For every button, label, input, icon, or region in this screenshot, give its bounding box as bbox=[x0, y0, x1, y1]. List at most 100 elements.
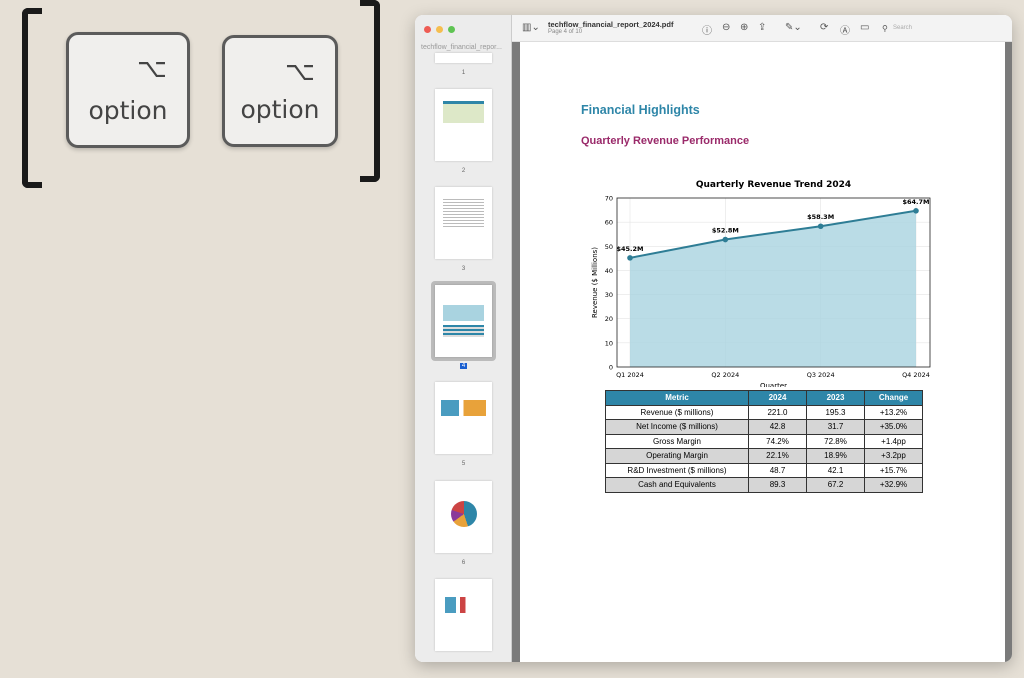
table-cell: 31.7 bbox=[807, 420, 865, 435]
zoom-in-icon[interactable]: ⊕ bbox=[740, 22, 748, 33]
column-header: Change bbox=[865, 391, 923, 406]
toolbar: ▥⌄ techflow_financial_report_2024.pdf Pa… bbox=[512, 15, 1012, 42]
thumb-number: 3 bbox=[415, 266, 512, 272]
data-point bbox=[627, 255, 633, 261]
x-axis-label: Quarter bbox=[760, 382, 787, 387]
table-cell: 18.9% bbox=[807, 449, 865, 464]
table-cell: Net Income ($ millions) bbox=[606, 420, 749, 435]
thumbnail-sidebar[interactable]: techflow_financial_repor... 1 2 3 4 5 6 bbox=[415, 15, 512, 662]
right-bracket bbox=[360, 0, 380, 182]
table-cell: 74.2% bbox=[749, 434, 807, 449]
markup-icon[interactable]: ✎⌄ bbox=[785, 22, 802, 33]
table-cell: 72.8% bbox=[807, 434, 865, 449]
data-label: $58.3M bbox=[807, 213, 834, 221]
document-view[interactable]: Financial Highlights Quarterly Revenue P… bbox=[512, 42, 1012, 662]
column-header: 2023 bbox=[807, 391, 865, 406]
table-row: Gross Margin74.2%72.8%+1.4pp bbox=[606, 434, 923, 449]
x-tick-label: Q3 2024 bbox=[807, 371, 835, 379]
zoom-button[interactable] bbox=[448, 26, 455, 33]
x-tick-label: Q2 2024 bbox=[711, 371, 739, 379]
left-bracket bbox=[22, 8, 42, 188]
thumbnail-page-6[interactable] bbox=[435, 481, 492, 553]
sidebar-title: techflow_financial_repor... bbox=[421, 44, 502, 51]
data-label: $45.2M bbox=[616, 245, 643, 253]
key-label: option bbox=[69, 96, 187, 125]
y-tick-label: 60 bbox=[605, 219, 613, 227]
thumb-number: 6 bbox=[415, 560, 512, 566]
table-cell: +3.2pp bbox=[865, 449, 923, 464]
thumbnail-page-7[interactable] bbox=[435, 579, 492, 651]
thumb-number: 2 bbox=[415, 168, 512, 174]
key-label: option bbox=[225, 95, 335, 124]
data-label: $64.7M bbox=[902, 198, 929, 206]
document-title: techflow_financial_report_2024.pdf bbox=[548, 20, 673, 29]
thumbnail-page-1[interactable] bbox=[435, 53, 492, 63]
table-cell: R&D Investment ($ millions) bbox=[606, 463, 749, 478]
window-controls bbox=[424, 26, 455, 33]
preview-window: techflow_financial_repor... 1 2 3 4 5 6 … bbox=[415, 15, 1012, 662]
data-label: $52.8M bbox=[712, 227, 739, 235]
share-icon[interactable]: ⇪ bbox=[758, 22, 766, 33]
table-row: Revenue ($ millions)221.0195.3+13.2% bbox=[606, 405, 923, 420]
sidebar-toggle-icon[interactable]: ▥⌄ bbox=[522, 22, 540, 33]
minimize-button[interactable] bbox=[436, 26, 443, 33]
table-cell: +35.0% bbox=[865, 420, 923, 435]
pdf-page: Financial Highlights Quarterly Revenue P… bbox=[520, 42, 1005, 662]
revenue-chart: Quarterly Revenue Trend 2024010203040506… bbox=[520, 157, 1005, 387]
y-axis-label: Revenue ($ Millions) bbox=[591, 247, 599, 318]
zoom-out-icon[interactable]: ⊖ bbox=[722, 22, 730, 33]
table-cell: Gross Margin bbox=[606, 434, 749, 449]
table-row: Net Income ($ millions)42.831.7+35.0% bbox=[606, 420, 923, 435]
column-header: Metric bbox=[606, 391, 749, 406]
table-cell: 42.8 bbox=[749, 420, 807, 435]
info-icon[interactable]: ⓘ bbox=[702, 22, 712, 37]
table-cell: +13.2% bbox=[865, 405, 923, 420]
search-input[interactable]: Search bbox=[893, 25, 912, 31]
column-header: 2024 bbox=[749, 391, 807, 406]
thumbnail-page-5[interactable] bbox=[435, 382, 492, 454]
thumb-number: 5 bbox=[415, 461, 512, 467]
thumbnail-page-3[interactable] bbox=[435, 187, 492, 259]
table-cell: 67.2 bbox=[807, 478, 865, 493]
table-row: Cash and Equivalents89.367.2+32.9% bbox=[606, 478, 923, 493]
table-cell: 22.1% bbox=[749, 449, 807, 464]
page-info: Page 4 of 10 bbox=[548, 29, 582, 35]
thumb-number: 1 bbox=[415, 70, 512, 76]
option-symbol: ⌥ bbox=[285, 56, 315, 87]
y-tick-label: 10 bbox=[605, 339, 613, 347]
option-symbol: ⌥ bbox=[137, 53, 167, 84]
table-cell: 221.0 bbox=[749, 405, 807, 420]
thumbnail-page-4[interactable] bbox=[435, 285, 492, 357]
search-icon: ⚲ bbox=[882, 24, 888, 33]
table-cell: 195.3 bbox=[807, 405, 865, 420]
x-tick-label: Q4 2024 bbox=[902, 371, 930, 379]
data-point bbox=[913, 208, 919, 214]
table-cell: 42.1 bbox=[807, 463, 865, 478]
table-cell: +32.9% bbox=[865, 478, 923, 493]
highlight-icon[interactable]: Ⓐ bbox=[840, 22, 850, 37]
y-tick-label: 30 bbox=[605, 291, 613, 299]
table-cell: Cash and Equivalents bbox=[606, 478, 749, 493]
data-point bbox=[818, 223, 824, 229]
close-button[interactable] bbox=[424, 26, 431, 33]
table-cell: 89.3 bbox=[749, 478, 807, 493]
y-tick-label: 20 bbox=[605, 315, 613, 323]
rotate-icon[interactable]: ⟳ bbox=[820, 22, 828, 33]
x-tick-label: Q1 2024 bbox=[616, 371, 644, 379]
form-fill-icon[interactable]: ▭ bbox=[860, 22, 869, 33]
table-row: Operating Margin22.1%18.9%+3.2pp bbox=[606, 449, 923, 464]
table-row: R&D Investment ($ millions)48.742.1+15.7… bbox=[606, 463, 923, 478]
table-cell: +1.4pp bbox=[865, 434, 923, 449]
thumb-number-selected: 4 bbox=[460, 363, 467, 369]
thumbnail-page-2[interactable] bbox=[435, 89, 492, 161]
table-cell: +15.7% bbox=[865, 463, 923, 478]
table-cell: 48.7 bbox=[749, 463, 807, 478]
page-subheading: Quarterly Revenue Performance bbox=[581, 135, 749, 147]
y-tick-label: 50 bbox=[605, 243, 613, 251]
y-tick-label: 40 bbox=[605, 267, 613, 275]
y-tick-label: 70 bbox=[605, 195, 613, 203]
chart-title: Quarterly Revenue Trend 2024 bbox=[696, 180, 851, 190]
page-heading: Financial Highlights bbox=[581, 103, 700, 117]
financial-table: Metric20242023ChangeRevenue ($ millions)… bbox=[605, 390, 923, 493]
table-cell: Operating Margin bbox=[606, 449, 749, 464]
